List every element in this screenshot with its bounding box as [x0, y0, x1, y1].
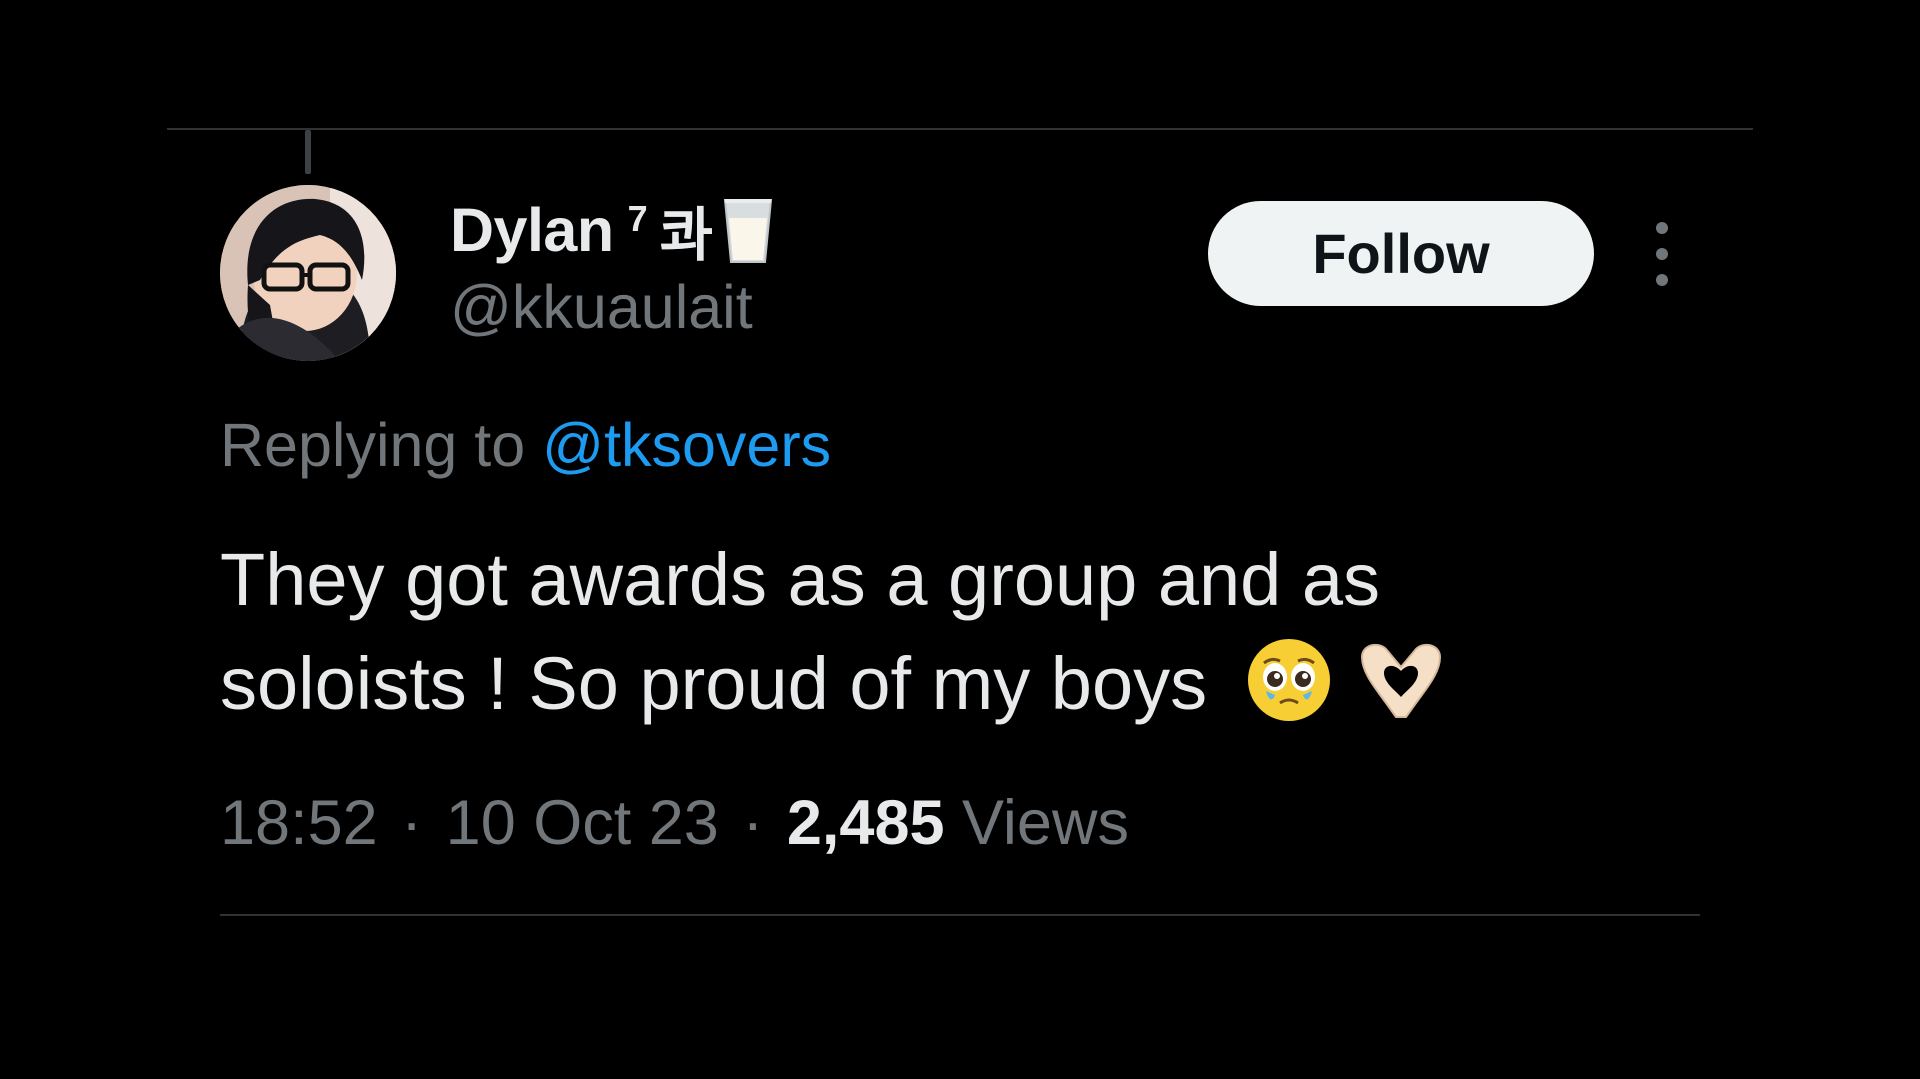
tweet-text-line-2: soloists ! So proud of my boys — [220, 642, 1208, 725]
pleading-face-icon — [1246, 637, 1332, 750]
replying-to-line: Replying to @tksovers — [220, 410, 831, 480]
reply-mention-link[interactable]: @tksovers — [542, 411, 831, 479]
replying-to-label: Replying to — [220, 411, 526, 479]
meta-separator: · — [401, 788, 423, 858]
follow-button[interactable]: Follow — [1208, 201, 1594, 306]
more-options-icon[interactable] — [1640, 218, 1684, 290]
tweet-text: They got awards as a group and as solois… — [220, 528, 1600, 750]
tweet-text-line-1: They got awards as a group and as — [220, 538, 1381, 621]
tweet-text-line-2-wrap: soloists ! So proud of my boys — [220, 632, 1600, 750]
bottom-divider — [220, 914, 1700, 916]
tweet-meta-line: 18:52 · 10 Oct 23 · 2,485 Views — [220, 787, 1129, 859]
meta-separator: · — [742, 788, 764, 858]
author-name-superscript: 7 — [627, 198, 648, 239]
tweet-date[interactable]: 10 Oct 23 — [446, 788, 719, 858]
top-divider — [167, 128, 1753, 130]
author-name-korean: 콰 — [659, 201, 714, 269]
milk-glass-icon — [719, 194, 777, 266]
avatar-image — [220, 185, 396, 361]
tweet-time[interactable]: 18:52 — [220, 788, 378, 858]
views-count[interactable]: 2,485 — [787, 788, 945, 858]
author-handle[interactable]: @kkuaulait — [450, 272, 753, 342]
author-display-name[interactable]: Dylan — [450, 195, 614, 265]
heart-hands-icon — [1356, 637, 1446, 750]
views-label: Views — [962, 788, 1129, 858]
thread-connector-line — [305, 130, 311, 174]
author-name-row[interactable]: Dylan 7 콰 — [450, 194, 777, 269]
avatar[interactable] — [220, 185, 396, 361]
